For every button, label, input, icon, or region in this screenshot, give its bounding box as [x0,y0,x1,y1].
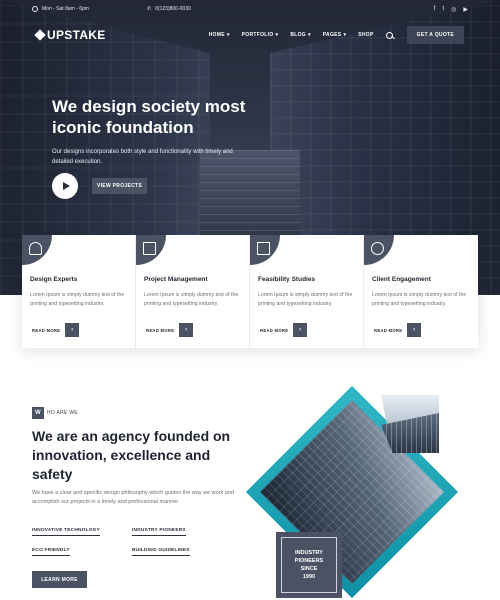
play-video-button[interactable] [52,173,78,199]
feature-link[interactable]: INDUSTRY PIONEERS [132,528,186,536]
phone-number[interactable]: 0(123)800-0030 [155,6,191,12]
top-bar: Mon - Sat 8am - 6pm ✆ 0(123)800-0030 f t… [0,0,500,18]
logo-diamond-icon [34,29,46,41]
chevron-down-icon: ▾ [307,32,311,38]
service-card: Feasibility Studies Lorem Ipsum is simpl… [250,235,364,348]
opening-hours: Mon - Sat 8am - 6pm [42,6,89,12]
section-kicker: W HO ARE WE [32,407,78,419]
arrow-right-icon[interactable]: › [293,323,308,337]
phone-icon: ✆ [146,6,152,12]
compass-icon [22,235,52,265]
service-text: Lorem Ipsum is simply dummy text of the … [372,292,467,307]
read-more-link[interactable]: READ MORE › [32,323,80,337]
instagram-icon[interactable]: ◎ [451,6,456,13]
service-text: Lorem Ipsum is simply dummy text of the … [258,292,353,307]
service-text: Lorem Ipsum is simply dummy text of the … [30,292,125,307]
youtube-icon[interactable]: ▶ [463,6,468,13]
read-more-link[interactable]: READ MORE › [260,323,308,337]
main-navbar: UPSTAKE HOME ▾ PORTFOLIO ▾ BLOG ▾ PAGES ▾ SH… [0,24,500,46]
site-logo[interactable]: UPSTAKE [34,28,106,42]
nav-item-blog[interactable]: BLOG ▾ [290,32,310,38]
service-title: Feasibility Studies [258,276,316,283]
play-icon [62,182,70,190]
read-more-link[interactable]: READ MORE › [146,323,194,337]
get-quote-button[interactable]: GET A QUOTE [406,26,464,44]
about-title: We are an agency founded on innovation, … [32,428,231,482]
service-title: Project Management [144,276,208,283]
view-projects-button[interactable]: VIEW PROJECTS [92,178,147,194]
chevron-down-icon: ▾ [226,32,230,38]
feature-link[interactable]: BUILDING GUIDELINES [132,548,190,556]
clock-icon [32,6,38,12]
nav-item-home[interactable]: HOME ▾ [209,32,230,38]
feature-link[interactable]: ECO FRIENDLY [32,548,70,556]
nav-item-pages[interactable]: PAGES ▾ [323,32,346,38]
arrow-right-icon[interactable]: › [65,323,80,337]
learn-more-button[interactable]: LEARN MORE [32,571,87,588]
social-links: f t ◎ ▶ [434,6,468,13]
service-card: Client Engagement Lorem Ipsum is simply … [364,235,478,348]
about-image-collage: INDUSTRY PIONEERS SINCE 1990 [245,385,465,600]
chevron-down-icon: ▾ [343,32,347,38]
about-text: We have a clear and specific design phil… [32,490,234,505]
service-title: Design Experts [30,276,78,283]
document-icon [136,235,166,265]
service-title: Client Engagement [372,276,431,283]
service-card: Design Experts Lorem Ipsum is simply dum… [22,235,136,348]
kicker-badge: W [32,407,44,419]
nav-menu: HOME ▾ PORTFOLIO ▾ BLOG ▾ PAGES ▾ SHOP [209,31,393,39]
services-strip: Design Experts Lorem Ipsum is simply dum… [22,235,478,348]
service-card: Project Management Lorem Ipsum is simply… [136,235,250,348]
industry-pioneers-badge: INDUSTRY PIONEERS SINCE 1990 [276,532,342,598]
feature-link[interactable]: INNOVATIVE TECHNOLOGY [32,528,100,536]
blueprint-icon [250,235,280,265]
nav-item-shop[interactable]: SHOP [358,32,373,38]
chevron-down-icon: ▾ [275,32,279,38]
facebook-icon[interactable]: f [434,6,436,13]
service-text: Lorem Ipsum is simply dummy text of the … [144,292,239,307]
search-icon[interactable] [385,31,393,39]
twitter-icon[interactable]: t [442,6,444,13]
arrow-right-icon[interactable]: › [407,323,422,337]
arrow-right-icon[interactable]: › [179,323,194,337]
read-more-link[interactable]: READ MORE › [374,323,422,337]
hero-description: Our designs incorporates both style and … [52,149,233,165]
handshake-icon [364,235,394,265]
nav-item-portfolio[interactable]: PORTFOLIO ▾ [242,32,279,38]
hero-title: We design society most iconic foundation [52,97,246,137]
